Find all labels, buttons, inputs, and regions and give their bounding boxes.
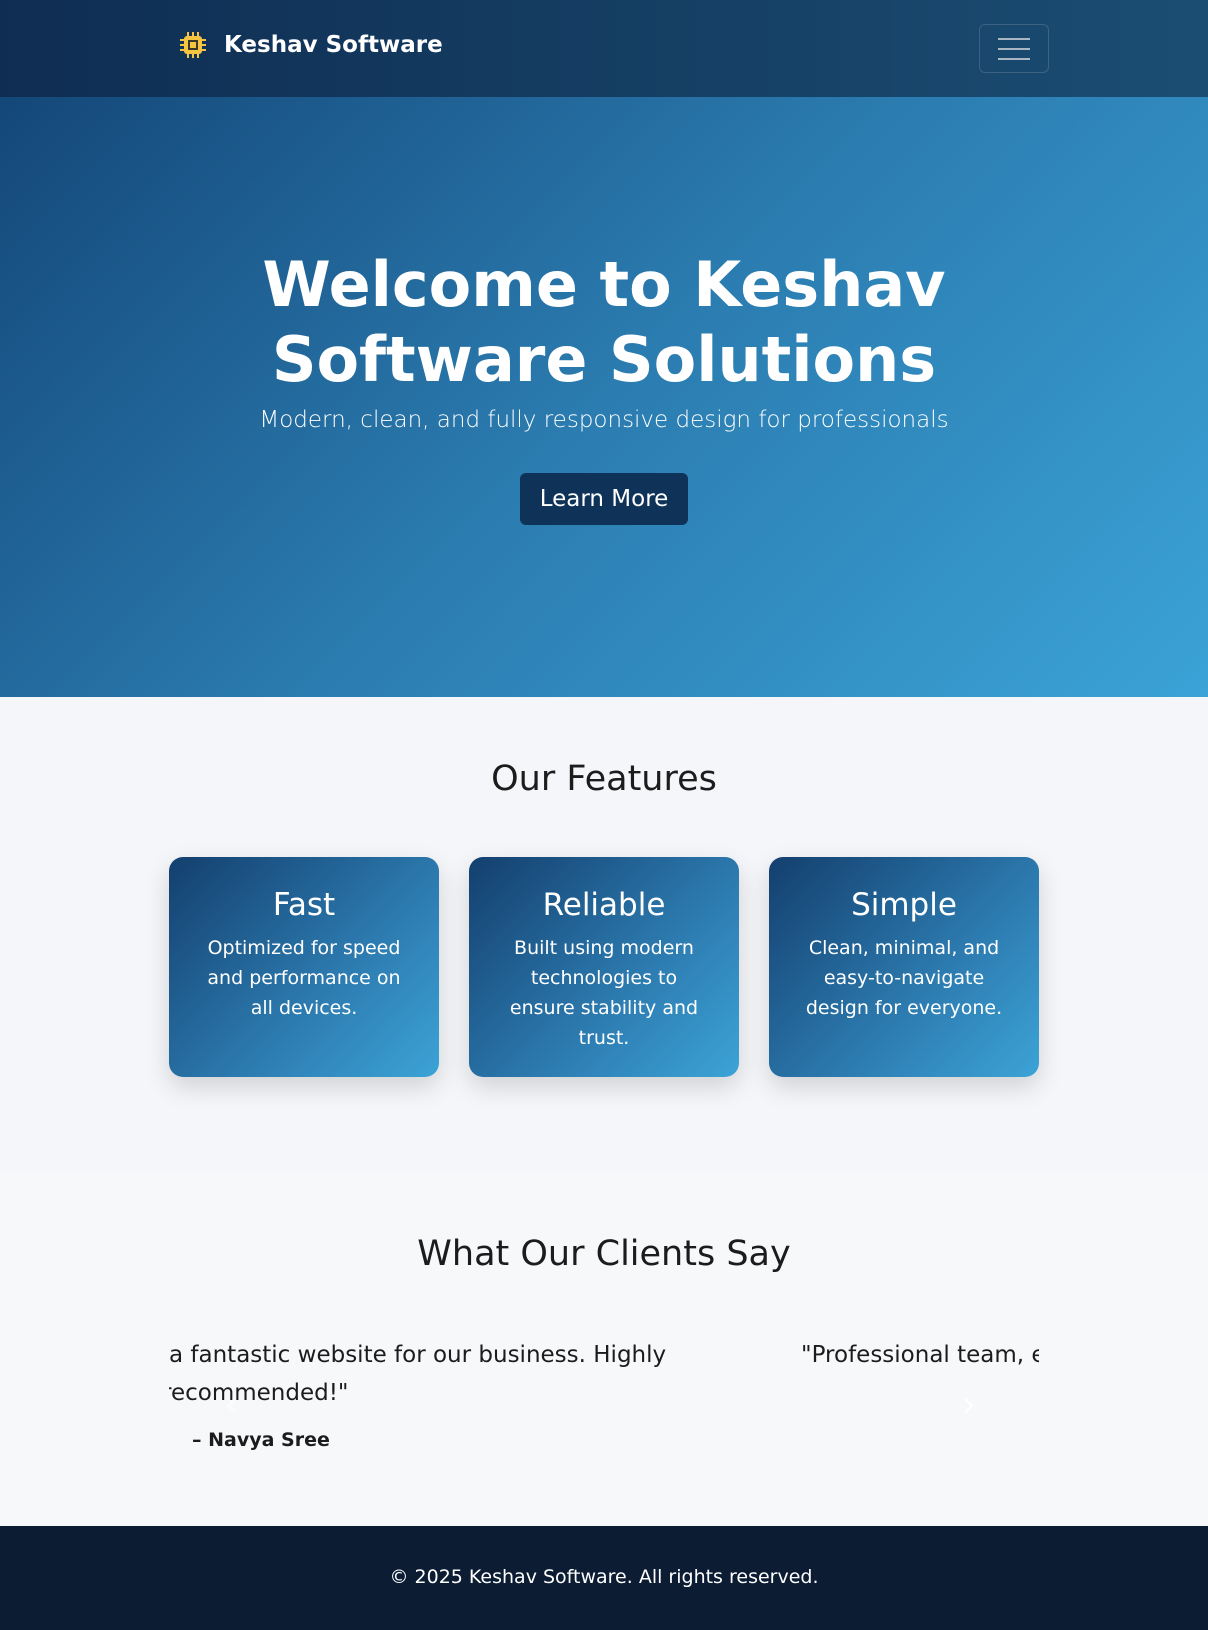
testimonial-carousel[interactable]: a fantastic website for our business. Hi… — [169, 1332, 1039, 1472]
learn-more-button[interactable]: Learn More — [519, 473, 689, 525]
brand-name: Keshav Software — [224, 32, 443, 58]
card-text: Optimized for speed and performance on a… — [207, 937, 401, 1019]
brand-link[interactable]: Keshav Software — [178, 30, 443, 60]
carousel-prev-icon[interactable]: ‹ — [224, 1382, 239, 1426]
testimonial-author: – Navya Sree — [192, 1429, 330, 1451]
hero-section: Welcome to Keshav Software Solutions Mod… — [0, 97, 1208, 697]
card-text: Built using modern technologies to ensur… — [509, 937, 699, 1049]
feature-card-reliable: Reliable Built using modern technologies … — [469, 857, 739, 1077]
footer: © 2025 Keshav Software. All rights reser… — [0, 1526, 1208, 1630]
hero-subtitle: Modern, clean, and fully responsive desi… — [259, 407, 949, 433]
copyright-text: © 2025 Keshav Software. All rights reser… — [389, 1566, 819, 1588]
features-section: Our Features Fast Optimized for speed and… — [0, 697, 1208, 1172]
testimonial-text-line: recommended!" — [169, 1380, 349, 1406]
card-title: Reliable — [542, 887, 666, 923]
hero-title: Welcome to Keshav Software Solutions — [262, 248, 946, 396]
card-text: Clean, minimal, and easy-to-navigate des… — [805, 937, 1003, 1019]
cpu-chip-icon — [180, 32, 206, 58]
testimonial-text-line: "Professional team, ex — [801, 1342, 1039, 1368]
testimonial-text-line: a fantastic website for our business. Hi… — [169, 1342, 667, 1368]
hamburger-icon — [998, 37, 1030, 40]
carousel-next-icon[interactable]: › — [961, 1382, 976, 1426]
menu-toggle-button[interactable] — [979, 24, 1049, 73]
card-title: Simple — [851, 887, 957, 923]
feature-card-fast: Fast Optimized for speed and performance … — [169, 857, 439, 1077]
card-title: Fast — [272, 887, 336, 923]
features-title: Our Features — [491, 759, 717, 799]
navbar: Keshav Software — [0, 0, 1208, 97]
testimonials-title: What Our Clients Say — [417, 1234, 791, 1274]
feature-card-simple: Simple Clean, minimal, and easy-to-naviga… — [769, 857, 1039, 1077]
testimonials-section: What Our Clients Say a fantastic website… — [0, 1172, 1208, 1526]
